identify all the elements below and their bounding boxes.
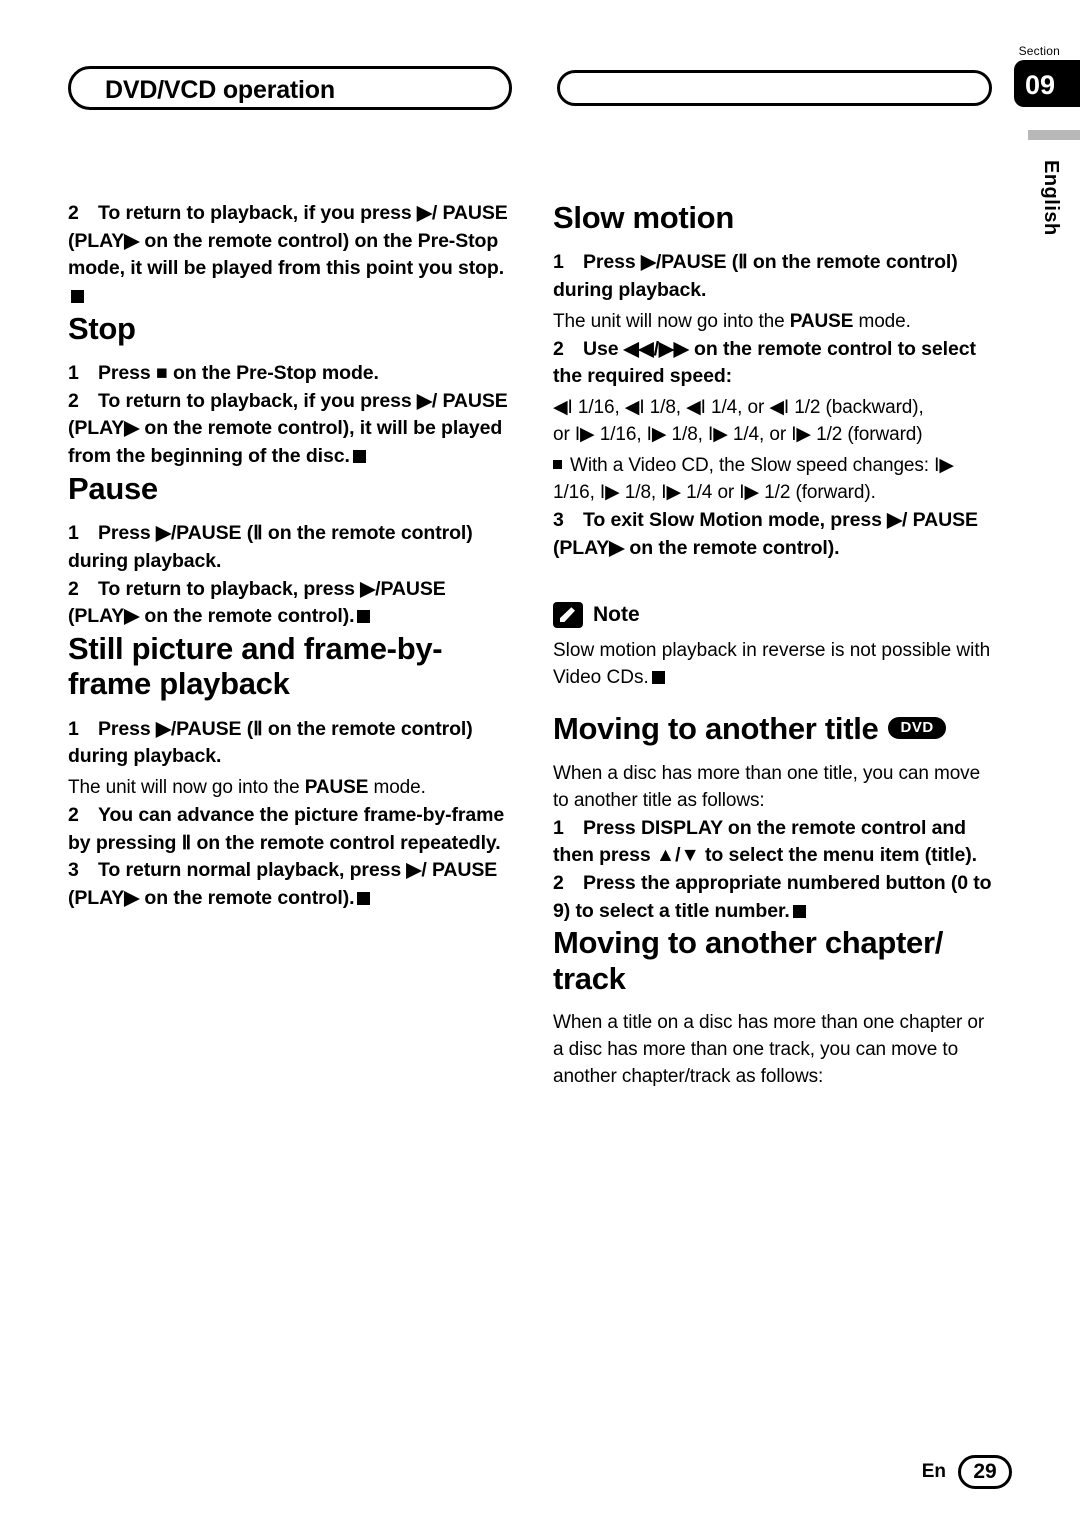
step-still-2: 2 You can advance the picture frame-by-fr… bbox=[68, 802, 508, 857]
step-slow-1: 1 Press ▶/PAUSE (Ⅱ on the remote control)… bbox=[553, 249, 993, 304]
heading-moving-title-text: Moving to another title bbox=[553, 711, 879, 747]
end-marker-icon bbox=[71, 290, 84, 304]
slow-speeds-videocd-bullet: With a Video CD, the Slow speed changes:… bbox=[553, 453, 993, 507]
heading-stop: Stop bbox=[68, 310, 136, 346]
step-text: Press ■ on the Pre-Stop mode. bbox=[98, 362, 379, 385]
heading-slow-motion: Slow motion bbox=[553, 200, 734, 235]
page-footer: En 29 bbox=[922, 1455, 1012, 1489]
note-label: Note bbox=[593, 603, 640, 627]
step-return-playback-prestop: 2 To return to playback, if you press ▶/ … bbox=[68, 200, 508, 311]
slow-speeds-backward: ◀I 1/16, ◀I 1/8, ◀I 1/4, or ◀I 1/2 (back… bbox=[553, 397, 924, 419]
step-text: Press DISPLAY on the remote control and … bbox=[553, 816, 977, 867]
heading-pause: Pause bbox=[68, 470, 158, 506]
step-text: Press ▶/PAUSE (Ⅱ on the remote control) … bbox=[553, 251, 958, 302]
step-text: To return to playback, if you press ▶/ P… bbox=[68, 202, 508, 280]
heading-still-picture: Still picture and frame-by-frame playbac… bbox=[68, 630, 443, 702]
step-pause-2: 2 To return to playback, press ▶/PAUSE (P… bbox=[68, 576, 508, 631]
moving-title-intro: When a disc has more than one title, you… bbox=[553, 762, 981, 811]
dvd-badge: DVD bbox=[888, 717, 946, 740]
step-number: 2 bbox=[68, 202, 79, 224]
section-number-tab: 09 bbox=[1014, 60, 1080, 107]
step-still-1: 1 Press ▶/PAUSE (Ⅱ on the remote control)… bbox=[68, 716, 508, 771]
pencil-icon bbox=[553, 602, 583, 629]
step-number: 1 bbox=[553, 251, 564, 274]
step-number: 3 bbox=[553, 508, 564, 531]
note-block: Note Slow motion playback in reverse is … bbox=[553, 602, 993, 692]
step-text: To exit Slow Motion mode, press ▶/ PAUSE… bbox=[553, 508, 978, 559]
end-marker-icon bbox=[357, 891, 371, 905]
bullet-icon bbox=[553, 459, 562, 469]
note-text-value: Slow motion playback in reverse is not p… bbox=[553, 640, 991, 689]
slow-speeds-forward: or I▶ 1/16, I▶ 1/8, I▶ 1/4, or I▶ 1/2 (f… bbox=[553, 424, 923, 446]
footer-page-number: 29 bbox=[958, 1455, 1012, 1489]
note-header: Note bbox=[553, 602, 993, 629]
step-number: 2 bbox=[68, 803, 79, 826]
step-number: 1 bbox=[68, 522, 79, 545]
moving-chapter-intro: When a title on a disc has more than one… bbox=[553, 1011, 985, 1087]
step-number: 1 bbox=[68, 717, 79, 740]
step-text: Press the appropriate numbered button (0… bbox=[553, 871, 992, 922]
still-picture-note: The unit will now go into the PAUSE mode… bbox=[68, 776, 426, 798]
end-marker-icon bbox=[357, 610, 371, 624]
footer-language-code: En bbox=[921, 1461, 946, 1482]
end-marker-icon bbox=[651, 671, 665, 685]
language-label: English bbox=[1040, 160, 1062, 236]
step-moving-title-1: 1 Press DISPLAY on the remote control and… bbox=[553, 815, 993, 870]
page-title: DVD/VCD operation bbox=[105, 76, 335, 104]
step-number: 1 bbox=[553, 816, 564, 839]
step-text: To return normal playback, press ▶/ PAUS… bbox=[68, 859, 498, 909]
step-pause-1: 1 Press ▶/PAUSE (Ⅱ on the remote control)… bbox=[68, 520, 508, 575]
step-still-3: 3 To return normal playback, press ▶/ PAU… bbox=[68, 857, 508, 912]
step-stop-2: 2 To return to playback, if you press ▶/ … bbox=[68, 388, 508, 471]
step-number: 2 bbox=[68, 389, 79, 412]
step-text: Press ▶/PAUSE (Ⅱ on the remote control) … bbox=[68, 717, 473, 768]
section-number: 09 bbox=[1025, 70, 1056, 100]
step-text: Press ▶/PAUSE (Ⅱ on the remote control) … bbox=[68, 522, 473, 572]
step-text: To return to playback, press ▶/PAUSE (PL… bbox=[68, 577, 446, 628]
left-column: 2 To return to playback, if you press ▶/ … bbox=[68, 200, 508, 913]
page-header-left-pill: DVD/VCD operation bbox=[68, 66, 512, 110]
step-text: Use ◀◀/▶▶ on the remote control to selec… bbox=[553, 337, 976, 388]
step-number: 3 bbox=[68, 859, 79, 882]
step-number: 2 bbox=[68, 577, 79, 600]
right-column: Slow motion 1 Press ▶/PAUSE (Ⅱ on the rem… bbox=[553, 200, 993, 1091]
heading-moving-title: Moving to another title DVD bbox=[553, 711, 993, 746]
step-number: 2 bbox=[553, 337, 564, 360]
section-label: Section bbox=[1018, 44, 1060, 58]
slow-motion-pause-note: The unit will now go into the PAUSE mode… bbox=[553, 310, 911, 332]
bullet-text: With a Video CD, the Slow speed changes:… bbox=[553, 454, 954, 503]
step-number: 1 bbox=[68, 362, 79, 385]
note-text: Slow motion playback in reverse is not p… bbox=[553, 638, 993, 692]
step-stop-1: 1 Press ■ on the Pre-Stop mode. bbox=[68, 360, 508, 388]
end-marker-icon bbox=[792, 904, 806, 918]
language-bar bbox=[1028, 130, 1080, 140]
step-text: You can advance the picture frame-by-fra… bbox=[68, 803, 505, 854]
heading-moving-chapter: Moving to another chapter/ track bbox=[553, 925, 944, 996]
step-slow-3: 3 To exit Slow Motion mode, press ▶/ PAUS… bbox=[553, 507, 993, 562]
end-marker-icon bbox=[352, 450, 366, 464]
step-text: To return to playback, if you press ▶/ P… bbox=[68, 389, 508, 468]
step-slow-2: 2 Use ◀◀/▶▶ on the remote control to sele… bbox=[553, 336, 993, 391]
step-moving-title-2: 2 Press the appropriate numbered button (… bbox=[553, 870, 993, 925]
page-header-right-pill bbox=[557, 70, 992, 106]
step-number: 2 bbox=[553, 871, 564, 894]
